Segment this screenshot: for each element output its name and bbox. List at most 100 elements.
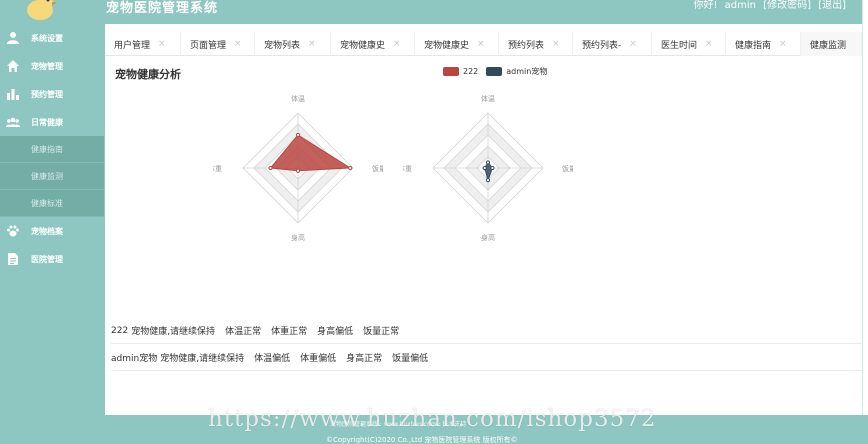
tab-user-management[interactable]: 用户管理 × [105,32,181,56]
status-summary: 宠物健康,请继续保持 [131,327,216,337]
sidebar-item-label: 系统设置 [31,33,63,43]
tab-page-management[interactable]: 页面管理 × [181,32,255,56]
radar-data-point[interactable] [295,132,301,138]
legend-item-222[interactable]: 222 [443,67,478,76]
radar-data-point[interactable] [268,165,273,171]
tab-label: 医生时间 [661,40,698,51]
sidebar-item-label: 医院管理 [31,254,63,264]
sidebar-item-pet-management[interactable]: 宠物管理 [0,52,104,80]
home-icon [7,60,19,72]
close-icon[interactable]: × [477,39,485,49]
tab-appointment-list-2[interactable]: 预约列表- × [573,32,652,56]
close-icon[interactable]: × [158,39,166,49]
paw-icon [7,225,19,237]
tab-label: 宠物健康史 [424,40,470,51]
greeting-text: 你好! [693,0,718,11]
status-item: 体温偏低 [254,354,291,364]
sidebar: 系统设置 宠物管理 预约管理 日常健康 健康指南 健康监测 健康标准 宠物档案 … [0,24,104,444]
close-icon[interactable]: × [552,39,560,49]
sidebar-item-label: 宠物管理 [31,61,63,71]
status-item: 饭量偏低 [392,354,429,364]
chart-legend: 222 admin宠物 [443,66,555,77]
radar-axis-label: 体温 [291,94,305,103]
sidebar-subitem-health-guide[interactable]: 健康指南 [0,136,104,163]
radar-axis-label: 体温 [481,94,495,103]
close-icon[interactable]: × [629,39,637,49]
radar-axis-label: 饭量 [562,164,573,173]
system-title: 宠物医院管理系统 [106,1,219,16]
tab-label: 预约列表 [508,40,545,51]
radar-data-point[interactable] [485,160,491,165]
document-icon [8,253,18,265]
status-item: 身高正常 [346,354,383,364]
radar-data-point[interactable] [482,165,487,171]
main-panel: 用户管理 × 页面管理 × 宠物列表 × 宠物健康史 × 宠物健康史 × 预约列表 × 预约… [105,24,862,415]
close-icon[interactable]: × [705,39,713,49]
watermark-text: https://www.huzhan.com/ishop3572 [208,406,657,432]
top-header: 宠物医院管理系统 你好! admin [修改密码] [退出] [0,0,868,24]
logout-link[interactable]: [退出] [818,0,846,11]
radar-data-point[interactable] [295,168,301,173]
sidebar-subitem-health-standard[interactable]: 健康标准 [0,190,104,217]
status-item: 体重正常 [271,327,308,337]
tab-label: 宠物健康史 [340,40,386,51]
tab-appointment-list[interactable]: 预约列表 × [499,32,573,56]
status-pet-name: admin宠物 [111,354,158,364]
radar-axis-label: 饭量 [372,164,383,173]
change-password-link[interactable]: [修改密码] [763,0,811,11]
tab-health-guide[interactable]: 健康指南 × [726,32,801,56]
radar-chart-admin-pet: 体温饭量身高 体重 [403,94,573,242]
sidebar-item-label: 宠物档案 [31,226,63,236]
legend-swatch [486,67,503,76]
close-icon[interactable]: × [393,39,401,49]
status-pet-name: 222 [111,325,129,336]
sidebar-item-system-settings[interactable]: 系统设置 [0,24,104,52]
status-item: 体重偏低 [300,354,337,364]
legend-swatch [443,67,459,76]
sidebar-subitem-health-monitor[interactable]: 健康监测 [0,163,104,190]
tab-label: 用户管理 [114,40,151,51]
tab-label: 预约列表- [582,40,622,51]
username: admin [724,0,756,11]
bar-chart-icon [7,89,19,100]
tab-label: 健康监测 [810,40,847,51]
user-icon [7,32,19,44]
status-item: 身高偏低 [317,327,354,337]
sidebar-item-appointment[interactable]: 预约管理 [0,80,104,108]
radar-data-point[interactable] [485,178,491,183]
close-icon[interactable]: × [779,39,787,49]
status-summary: 宠物健康,请继续保持 [160,354,245,364]
tab-health-monitor[interactable]: 健康监测 [801,32,862,56]
close-icon[interactable]: × [308,39,316,49]
legend-label: admin宠物 [506,67,548,76]
close-icon[interactable]: × [234,39,242,49]
radar-axis-label: 体重 [403,164,412,173]
tab-pet-health-history[interactable]: 宠物健康史 × [331,32,415,56]
copyright-text: ©Copyright(C)2020 Co.,Ltd 宠物医院管理系统 版权所有© [326,436,518,444]
right-edge-strip [862,0,868,444]
group-icon [6,117,20,127]
sidebar-item-label: 预约管理 [31,89,63,99]
health-status-row-admin-pet: admin宠物 宠物健康,请继续保持 体温偏低 体重偏低 身高正常 饭量偏低 [111,345,862,371]
radar-axis-label: 身高 [481,233,495,242]
legend-label: 222 [463,67,479,76]
sidebar-item-hospital-management[interactable]: 医院管理 [0,245,104,273]
radar-axis-label: 体重 [213,164,222,173]
tab-label: 健康指南 [735,40,772,51]
radar-chart-222: 体温饭量身高 体重 [213,94,383,242]
sidebar-item-daily-health[interactable]: 日常健康 [0,108,104,136]
tab-doctor-time[interactable]: 医生时间 × [652,32,726,56]
health-status-row-222: 222 宠物健康,请继续保持 体温正常 体重正常 身高偏低 饭量正常 [111,318,862,344]
sidebar-item-label: 日常健康 [31,117,63,127]
duck-logo-icon [27,0,57,20]
sidebar-item-pet-records[interactable]: 宠物档案 [0,217,104,245]
page-title: 宠物健康分析 [115,68,181,81]
legend-item-admin-pet[interactable]: admin宠物 [486,66,547,77]
radar-data-point[interactable] [348,165,353,171]
tab-bar: 用户管理 × 页面管理 × 宠物列表 × 宠物健康史 × 宠物健康史 × 预约列表 × 预约… [105,32,862,56]
status-item: 饭量正常 [363,327,400,337]
radar-data-point[interactable] [490,165,495,171]
tab-pet-list[interactable]: 宠物列表 × [255,32,331,56]
tab-pet-health-history-2[interactable]: 宠物健康史 × [415,32,499,56]
status-item: 体温正常 [225,327,262,337]
